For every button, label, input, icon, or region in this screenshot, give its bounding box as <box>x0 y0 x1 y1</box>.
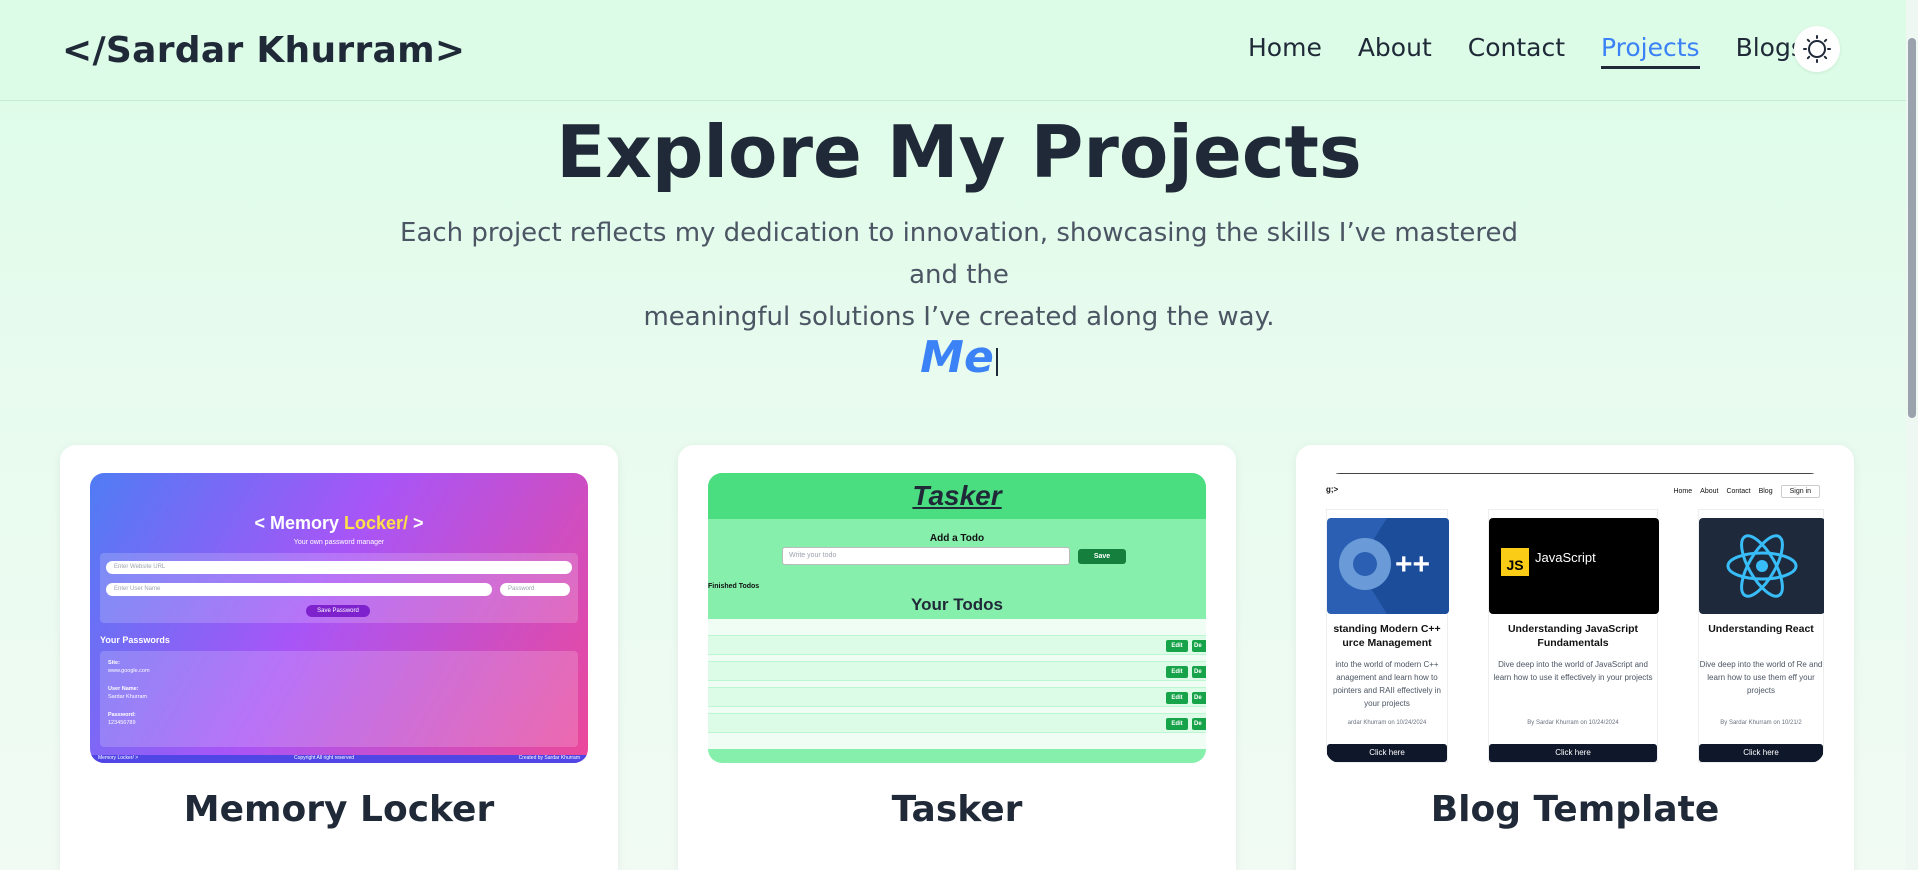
blog-post-desc: Dive deep into the world of Re and learn… <box>1699 660 1823 695</box>
tasker-screenshot: Tasker Add a Todo Write your todo Save F… <box>708 473 1206 763</box>
blog-click-button: Click here <box>1489 744 1657 762</box>
tasker-todo-list: Edit De Edit De Edit De Edit De <box>708 619 1206 749</box>
react-logo-icon <box>1699 518 1824 614</box>
memory-locker-screenshot: < Memory Locker/ > Your own password man… <box>90 473 588 763</box>
ml-pass-input: Password <box>500 583 570 596</box>
subtitle-line-1: Each project reflects my dedication to i… <box>400 218 1518 290</box>
page-scrollbar[interactable] <box>1906 0 1918 870</box>
typewriter-value: Me <box>920 332 994 383</box>
project-preview-memory-locker[interactable]: < Memory Locker/ > Your own password man… <box>90 473 588 763</box>
blog-logo: g;> <box>1326 485 1339 494</box>
ml-user-label: User Name: <box>108 686 139 692</box>
nav-link-projects[interactable]: Projects <box>1601 33 1700 69</box>
ml-save-button: Save Password <box>306 605 370 617</box>
blog-post-desc: into the world of modern C++ anagement a… <box>1333 660 1441 708</box>
blog-post-card: Understanding React Dive deep into the w… <box>1698 509 1824 763</box>
blog-template-screenshot: g;> Home About Contact Blog Sign in ++ s… <box>1326 473 1824 763</box>
nav-link-home[interactable]: Home <box>1248 33 1322 69</box>
project-card-memory-locker[interactable]: < Memory Locker/ > Your own password man… <box>60 445 618 870</box>
ml-pass-value: 123456789 <box>108 720 136 726</box>
tasker-todo-row: Edit De <box>708 687 1206 707</box>
ml-url-input: Enter Website URL <box>106 561 572 574</box>
ml-site-value: www.google.com <box>108 668 150 674</box>
blog-click-button: Click here <box>1327 744 1447 762</box>
page-title: Explore My Projects <box>556 110 1362 194</box>
project-card-tasker[interactable]: Tasker Add a Todo Write your todo Save F… <box>678 445 1236 870</box>
blog-post-card: JS JavaScript Understanding JavaScript Fu… <box>1488 509 1659 763</box>
project-title: Blog Template <box>1430 789 1720 830</box>
tasker-add-heading: Add a Todo <box>929 533 985 544</box>
typewriter-text: Me <box>0 332 1918 383</box>
ml-user-value: Sardar Khurram <box>108 694 148 700</box>
nav-links: Home About Contact Projects Blogs <box>1248 33 1804 69</box>
blog-post-meta: By Sardar Khurram on 10/24/2024 <box>1527 720 1619 726</box>
ml-brand: < Memory Locker/ > <box>254 513 424 533</box>
site-logo[interactable]: </Sardar Khurram> <box>62 30 465 71</box>
scrollbar-thumb[interactable] <box>1908 38 1916 418</box>
tasker-todo-row: Edit De <box>708 713 1206 733</box>
tasker-save-button: Save <box>1078 549 1126 564</box>
ml-pass-label: Password: <box>108 712 136 718</box>
javascript-thumb: JS JavaScript <box>1489 518 1659 614</box>
tasker-brand: Tasker <box>708 473 1206 519</box>
blog-post-title: standing Modern C++ urce Management <box>1333 623 1441 649</box>
ml-list-heading: Your Passwords <box>100 635 170 645</box>
blog-click-button: Click here <box>1699 744 1823 762</box>
subtitle-line-2: meaningful solutions I’ve created along … <box>643 302 1275 332</box>
ml-user-input: Enter User Name <box>106 583 492 596</box>
page-subtitle: Each project reflects my dedication to i… <box>380 212 1538 338</box>
tasker-todo-row: Edit De <box>708 635 1206 655</box>
project-preview-tasker[interactable]: Tasker Add a Todo Write your todo Save F… <box>708 473 1206 763</box>
ml-footer: Memory Locker/ > Copyright All right res… <box>90 755 588 763</box>
tasker-finished-label: Finished Todos <box>708 583 760 590</box>
blog-nav: Home About Contact Blog Sign in <box>1673 485 1820 498</box>
blog-top-rule <box>1336 473 1814 474</box>
tasker-todo-row: Edit De <box>708 661 1206 681</box>
blog-post-meta: ardar Khurram on 10/24/2024 <box>1347 720 1427 726</box>
project-title: Memory Locker <box>183 789 495 830</box>
blog-post-card: ++ standing Modern C++ urce Management in… <box>1326 509 1449 763</box>
tasker-todo-input: Write your todo <box>782 547 1070 565</box>
ml-password-list: Site: www.google.com User Name: Sardar K… <box>100 651 578 747</box>
theme-toggle-button[interactable] <box>1794 26 1840 72</box>
navbar: </Sardar Khurram> Home About Contact Pro… <box>0 0 1918 101</box>
blog-post-title: Understanding React <box>1708 623 1814 635</box>
tasker-list-heading: Your Todos <box>911 595 1003 614</box>
blog-post-meta: By Sardar Khurram on 10/21/2 <box>1720 720 1802 726</box>
ml-tagline: Your own password manager <box>293 539 385 546</box>
cpp-logo-icon: ++ <box>1327 518 1449 614</box>
project-preview-blog-template[interactable]: g;> Home About Contact Blog Sign in ++ s… <box>1326 473 1824 763</box>
projects-page: </Sardar Khurram> Home About Contact Pro… <box>0 0 1918 870</box>
nav-link-about[interactable]: About <box>1358 33 1432 69</box>
svg-text:++: ++ <box>1395 548 1430 581</box>
sun-icon <box>1803 35 1831 63</box>
typing-caret <box>995 348 998 376</box>
blog-post-title: Understanding JavaScript Fundamentals <box>1507 623 1639 649</box>
ml-site-label: Site: <box>108 660 120 666</box>
project-title: Tasker <box>891 789 1023 830</box>
blog-post-desc: Dive deep into the world of JavaScript a… <box>1493 660 1653 682</box>
nav-link-contact[interactable]: Contact <box>1468 33 1565 69</box>
project-card-blog-template[interactable]: g;> Home About Contact Blog Sign in ++ s… <box>1296 445 1854 870</box>
